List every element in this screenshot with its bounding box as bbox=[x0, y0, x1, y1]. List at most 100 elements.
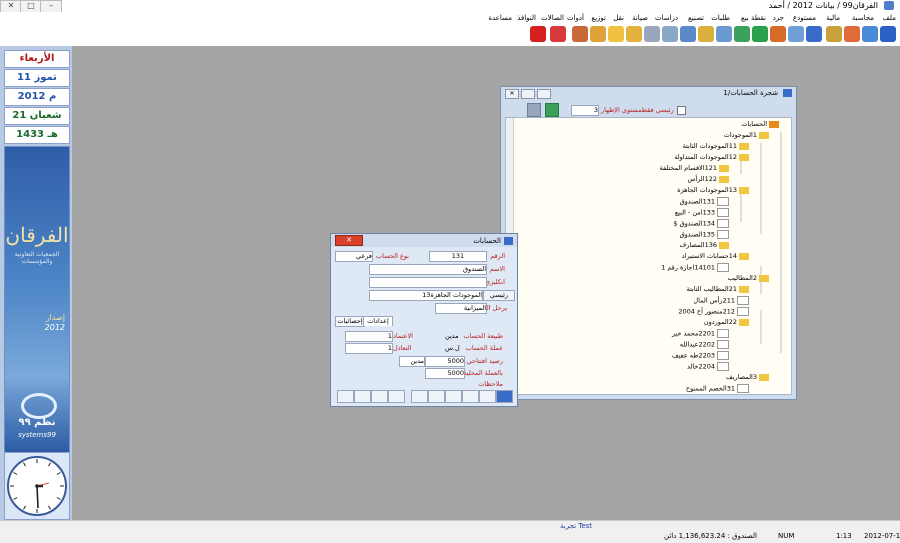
analog-clock bbox=[4, 452, 70, 520]
print-button[interactable] bbox=[527, 103, 541, 117]
number-field[interactable]: 131 bbox=[429, 251, 487, 262]
exit-icon[interactable] bbox=[530, 26, 546, 42]
tree-node[interactable]: 12الموجودات المتداولة bbox=[674, 153, 749, 162]
equivalence-field[interactable]: 1 bbox=[345, 343, 393, 354]
truck-icon[interactable] bbox=[608, 26, 624, 42]
tree-maximize-button[interactable] bbox=[521, 89, 535, 99]
menu-orders[interactable]: طلبات bbox=[711, 14, 730, 22]
tree-node[interactable]: 14حسابات الاستيراد bbox=[682, 252, 749, 261]
tree-node[interactable]: 2203طه عفيف bbox=[672, 351, 729, 360]
stop-button[interactable] bbox=[411, 390, 428, 403]
local-currency-field[interactable]: 5000 bbox=[425, 368, 465, 379]
tree-node[interactable]: 133امن - البيع bbox=[675, 208, 729, 217]
tab-settings[interactable]: إعدادات bbox=[363, 316, 393, 326]
last-record-button[interactable] bbox=[388, 390, 405, 403]
first-record-button[interactable] bbox=[337, 390, 354, 403]
tree-node[interactable]: 22الموردون bbox=[704, 318, 749, 327]
tree-node[interactable]: 1الموجودات bbox=[724, 131, 769, 140]
parent-account-field[interactable]: 13الموجودات الجاهزة bbox=[369, 290, 483, 301]
final-account-select[interactable]: الميزانية bbox=[435, 303, 487, 314]
menu-halls[interactable]: الصالات bbox=[541, 14, 564, 22]
menu-accounting[interactable]: محاسبة bbox=[852, 14, 874, 22]
status-bar: تجربة Test 2012-07-11 1:13 NUM الصندوق :… bbox=[0, 520, 900, 543]
opening-balance-field[interactable]: 5000 bbox=[425, 356, 465, 367]
english-name-field[interactable] bbox=[369, 277, 487, 288]
menu-manufacturing[interactable]: تصنيع bbox=[688, 14, 704, 22]
main-only-checkbox[interactable] bbox=[677, 106, 686, 115]
menu-warehouse[interactable]: مستودع bbox=[793, 14, 816, 22]
menu-maintenance[interactable]: صيانة bbox=[632, 14, 648, 22]
pencil-icon[interactable] bbox=[844, 26, 860, 42]
search-icon[interactable] bbox=[428, 390, 445, 403]
globe-icon[interactable] bbox=[550, 26, 566, 42]
delete-icon[interactable] bbox=[445, 390, 462, 403]
menu-windows[interactable]: النوافذ bbox=[517, 14, 536, 22]
tree-node-root[interactable]: الحسابات bbox=[741, 120, 779, 129]
list-icon[interactable] bbox=[806, 26, 822, 42]
pen-icon[interactable] bbox=[626, 26, 642, 42]
save-icon[interactable] bbox=[496, 390, 513, 403]
next-record-button[interactable] bbox=[371, 390, 388, 403]
tree-node[interactable]: 136المصارف bbox=[680, 241, 729, 250]
menu-distribution[interactable]: توزيع bbox=[591, 14, 606, 22]
status-date: 2012-07-11 bbox=[864, 532, 900, 540]
tree-node[interactable]: 122الرأس bbox=[687, 175, 729, 184]
box-icon[interactable] bbox=[590, 26, 606, 42]
display-level-spinner[interactable]: 3 bbox=[571, 105, 599, 116]
edit-record-icon[interactable] bbox=[479, 390, 496, 403]
menu-pos[interactable]: نقطة بيع bbox=[741, 14, 766, 22]
tree-node[interactable]: 2202عبدالله bbox=[680, 340, 729, 349]
shapes-icon[interactable] bbox=[770, 26, 786, 42]
tree-node[interactable]: 31الخصم الممنوح bbox=[686, 384, 749, 393]
tree-node[interactable]: 11الموجودات الثابتة bbox=[683, 142, 749, 151]
accounts-icon[interactable] bbox=[862, 26, 878, 42]
menu-file[interactable]: ملف bbox=[883, 14, 896, 22]
menu-finance[interactable]: مالية bbox=[826, 14, 840, 22]
tree-node[interactable]: 3المصاريف bbox=[726, 373, 769, 382]
status-cash-balance: الصندوق : 1,136,623.24 دائن bbox=[664, 532, 757, 540]
document-icon[interactable] bbox=[788, 26, 804, 42]
balance-side-select[interactable]: مدين bbox=[399, 356, 425, 367]
printer-icon[interactable] bbox=[644, 26, 660, 42]
group-icon[interactable] bbox=[734, 26, 750, 42]
tree-node[interactable]: 2204خالد bbox=[687, 362, 729, 371]
edit-icon[interactable] bbox=[826, 26, 842, 42]
parent-account-button[interactable]: رئيسي bbox=[483, 290, 515, 301]
nature-value[interactable]: مدين bbox=[445, 332, 459, 340]
dialog-close-button[interactable]: ✕ bbox=[335, 235, 363, 246]
cart-icon[interactable] bbox=[716, 26, 732, 42]
name-field[interactable]: الصندوق bbox=[369, 264, 487, 275]
tree-node[interactable]: 13الموجودات الجاهزة bbox=[677, 186, 749, 195]
menu-help[interactable]: مساعدة bbox=[488, 14, 512, 22]
tree-node[interactable]: 2المطاليب bbox=[728, 274, 769, 283]
tree-node[interactable]: 135الصندوق bbox=[680, 230, 729, 239]
rate-field[interactable]: 1 bbox=[345, 331, 393, 342]
tab-stats[interactable]: إحصائيات bbox=[335, 316, 365, 327]
menu-transport[interactable]: نقل bbox=[613, 14, 624, 22]
tree-node[interactable]: 212منصور آخ 2004 bbox=[678, 307, 749, 316]
tree-node[interactable]: 21المطاليب الثابتة bbox=[686, 285, 749, 294]
tools-icon[interactable] bbox=[572, 26, 588, 42]
tree-node[interactable]: 2201محمد خير bbox=[672, 329, 729, 338]
previous-record-button[interactable] bbox=[354, 390, 371, 403]
hijri-day: 21 شعبان bbox=[4, 107, 70, 125]
menu-studies[interactable]: دراسات bbox=[655, 14, 678, 22]
type-select[interactable]: فرعي bbox=[335, 251, 373, 262]
tree-node[interactable]: 211رأس المال bbox=[693, 296, 749, 305]
book-icon[interactable] bbox=[880, 26, 896, 42]
currency-value[interactable]: ل.س bbox=[445, 344, 460, 352]
chart-icon[interactable] bbox=[698, 26, 714, 42]
tree-minimize-button[interactable] bbox=[537, 89, 551, 99]
menu-inventory[interactable]: جرد bbox=[773, 14, 784, 22]
tree-node[interactable]: 131الصندوق bbox=[680, 197, 729, 206]
book-small-icon[interactable] bbox=[662, 26, 678, 42]
notes-icon[interactable] bbox=[680, 26, 696, 42]
tree-node[interactable]: 134الصندوق $ bbox=[673, 219, 729, 228]
tree-close-button[interactable]: ✕ bbox=[505, 89, 519, 99]
tree-node[interactable]: 14101اجازة رقم 1 bbox=[661, 263, 729, 272]
new-record-icon[interactable] bbox=[462, 390, 479, 403]
refresh-button[interactable] bbox=[545, 103, 559, 117]
clover-icon[interactable] bbox=[752, 26, 768, 42]
tree-node[interactable]: 121الاقسام المختلفة bbox=[659, 164, 729, 173]
menu-tools[interactable]: أدوات bbox=[567, 14, 584, 22]
